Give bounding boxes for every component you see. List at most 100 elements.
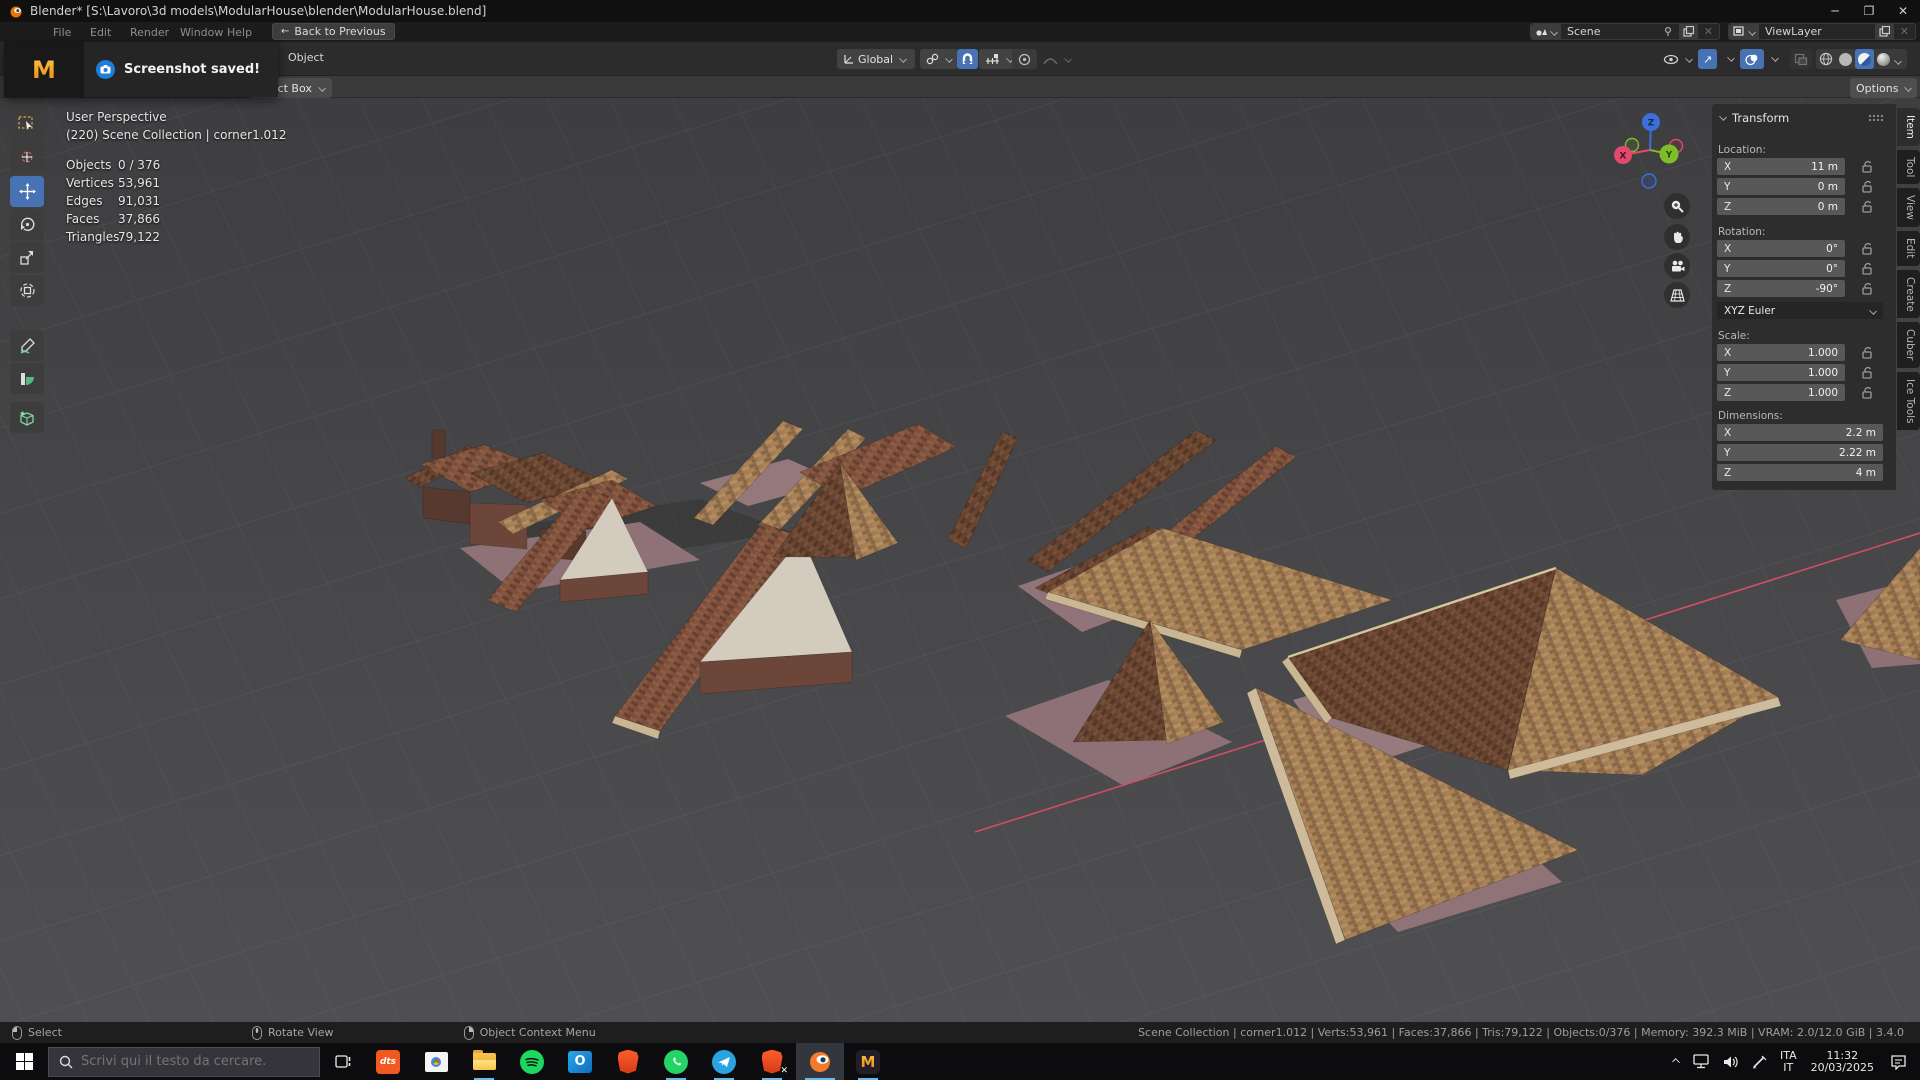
tab-create[interactable]: Create <box>1897 269 1920 319</box>
viewlayer-icon[interactable] <box>1729 24 1759 39</box>
rotation-mode-dropdown[interactable]: XYZ Euler <box>1717 302 1883 319</box>
maximize-button[interactable]: ❐ <box>1852 0 1886 22</box>
shading-options-chevron[interactable] <box>1894 57 1902 65</box>
back-to-previous-button[interactable]: ← Back to Previous <box>272 23 395 40</box>
rotation-y-field[interactable]: Y 0° <box>1717 260 1845 277</box>
language-indicator[interactable]: ITA IT <box>1780 1049 1797 1074</box>
shading-wireframe-button[interactable] <box>1816 49 1836 69</box>
tool-cursor[interactable] <box>10 141 44 172</box>
tool-measure[interactable] <box>10 363 44 394</box>
lock-icon[interactable] <box>1860 345 1874 360</box>
show-gizmo-toggle[interactable]: ↗ <box>1698 49 1718 69</box>
new-viewlayer-icon[interactable] <box>1874 24 1894 39</box>
tool-rotate[interactable] <box>10 209 44 240</box>
notification-center-icon[interactable] <box>1890 1054 1908 1070</box>
overlays-options-chevron[interactable] <box>1771 54 1779 62</box>
menu-render[interactable]: Render <box>130 26 169 39</box>
taskbar-app-whatsapp[interactable] <box>652 1043 700 1080</box>
rotation-z-field[interactable]: Z -90° <box>1717 280 1845 297</box>
proportional-falloff-dropdown[interactable] <box>1037 49 1077 69</box>
remove-viewlayer-icon[interactable]: ✕ <box>1894 25 1915 38</box>
taskbar-app-dts[interactable]: dts <box>364 1043 412 1080</box>
tab-cuber[interactable]: Cuber <box>1897 322 1920 368</box>
shading-solid-button[interactable] <box>1836 49 1855 69</box>
taskbar-app-blender[interactable] <box>796 1043 844 1080</box>
location-z-field[interactable]: Z0 m <box>1717 198 1845 215</box>
show-overlays-toggle[interactable] <box>1740 49 1764 69</box>
pivot-point-dropdown[interactable] <box>920 49 958 69</box>
object-type-visibility-dropdown[interactable] <box>1657 49 1698 69</box>
location-x-field[interactable]: X 11 m <box>1717 158 1845 175</box>
camera-view-button[interactable] <box>1664 253 1690 279</box>
lock-icon[interactable] <box>1860 365 1874 380</box>
tab-ice-tools[interactable]: Ice Tools <box>1897 371 1920 431</box>
lock-icon[interactable] <box>1860 179 1874 194</box>
options-dropdown[interactable]: Options <box>1850 78 1918 98</box>
dimensions-y-field[interactable]: Y 2.22 m <box>1717 444 1883 461</box>
tab-tool[interactable]: Tool <box>1897 149 1920 185</box>
xray-toggle[interactable] <box>1790 49 1812 69</box>
clock[interactable]: 11:32 20/03/2025 <box>1811 1049 1874 1074</box>
tray-expand-chevron[interactable] <box>1672 1057 1680 1066</box>
tool-add-cube[interactable] <box>10 402 44 433</box>
lock-icon[interactable] <box>1860 199 1874 214</box>
lock-icon[interactable] <box>1860 159 1874 174</box>
object-menu[interactable]: Object <box>288 51 324 64</box>
pin-icon[interactable] <box>1663 26 1674 37</box>
menu-window[interactable]: Window <box>180 26 223 39</box>
proportional-editing-toggle[interactable] <box>1012 49 1037 69</box>
rotation-x-field[interactable]: X 0° <box>1717 240 1845 257</box>
menu-help[interactable]: Help <box>227 26 252 39</box>
new-scene-icon[interactable] <box>1678 24 1698 39</box>
transform-orientation-dropdown[interactable]: Global <box>837 49 915 69</box>
scale-y-field[interactable]: Y 1.000 <box>1717 364 1845 381</box>
minimize-button[interactable]: ─ <box>1818 0 1852 22</box>
tool-annotate[interactable] <box>10 330 44 361</box>
tool-scale[interactable] <box>10 242 44 273</box>
scene-selector[interactable]: Scene ✕ <box>1530 23 1720 40</box>
menu-file[interactable]: File <box>53 26 71 39</box>
panel-header[interactable]: Transform <box>1719 111 1789 125</box>
lock-icon[interactable] <box>1860 261 1874 276</box>
shading-material-button[interactable] <box>1855 49 1874 69</box>
dimensions-z-field[interactable]: Z4 m <box>1717 464 1883 481</box>
tool-move[interactable] <box>10 176 44 207</box>
snap-toggle[interactable] <box>957 49 978 69</box>
viewport-3d-scene[interactable] <box>0 98 1920 1022</box>
lock-icon[interactable] <box>1860 385 1874 400</box>
taskbar-app-spotify[interactable] <box>508 1043 556 1080</box>
taskbar-app-chrome-window[interactable] <box>412 1043 460 1080</box>
scene-icon[interactable] <box>1531 24 1561 39</box>
taskbar-app-outlook[interactable]: O <box>556 1043 604 1080</box>
pan-view-button[interactable] <box>1664 224 1690 250</box>
tab-view[interactable]: View <box>1897 188 1920 228</box>
pen-icon[interactable] <box>1752 1055 1768 1069</box>
location-y-field[interactable]: Y0 m <box>1717 178 1845 195</box>
taskbar-app-m[interactable]: M <box>844 1043 892 1080</box>
tool-transform[interactable] <box>10 275 44 306</box>
taskbar-app-telegram[interactable] <box>700 1043 748 1080</box>
shading-rendered-button[interactable] <box>1874 49 1893 69</box>
screenshot-toast[interactable]: M Screenshot saved! <box>4 42 278 97</box>
tab-edit[interactable]: Edit <box>1897 231 1920 266</box>
lock-icon[interactable] <box>1860 241 1874 256</box>
gizmo-axis-z-neg[interactable] <box>1641 173 1657 189</box>
viewlayer-selector[interactable]: ViewLayer ✕ <box>1728 23 1916 40</box>
start-button[interactable] <box>0 1043 48 1080</box>
taskbar-app-brave[interactable] <box>604 1043 652 1080</box>
task-view-button[interactable] <box>320 1043 364 1080</box>
network-icon[interactable] <box>1693 1054 1711 1069</box>
close-button[interactable]: ✕ <box>1886 0 1920 22</box>
dimensions-x-field[interactable]: X 2.2 m <box>1717 424 1883 441</box>
tab-item[interactable]: Item <box>1897 108 1920 146</box>
taskbar-app-brave-private[interactable]: ✕ <box>748 1043 796 1080</box>
search-input[interactable] <box>81 1054 301 1069</box>
taskbar-search[interactable] <box>48 1046 320 1077</box>
tool-select-box[interactable] <box>10 108 44 139</box>
gizmo-options-chevron[interactable] <box>1727 54 1735 62</box>
volume-icon[interactable] <box>1723 1055 1740 1069</box>
scale-x-field[interactable]: X 1.000 <box>1717 344 1845 361</box>
navigation-gizmo[interactable]: Z X Y <box>1605 105 1700 200</box>
toggle-ortho-button[interactable] <box>1664 282 1690 308</box>
panel-drag-dots-icon[interactable] <box>1868 114 1884 122</box>
